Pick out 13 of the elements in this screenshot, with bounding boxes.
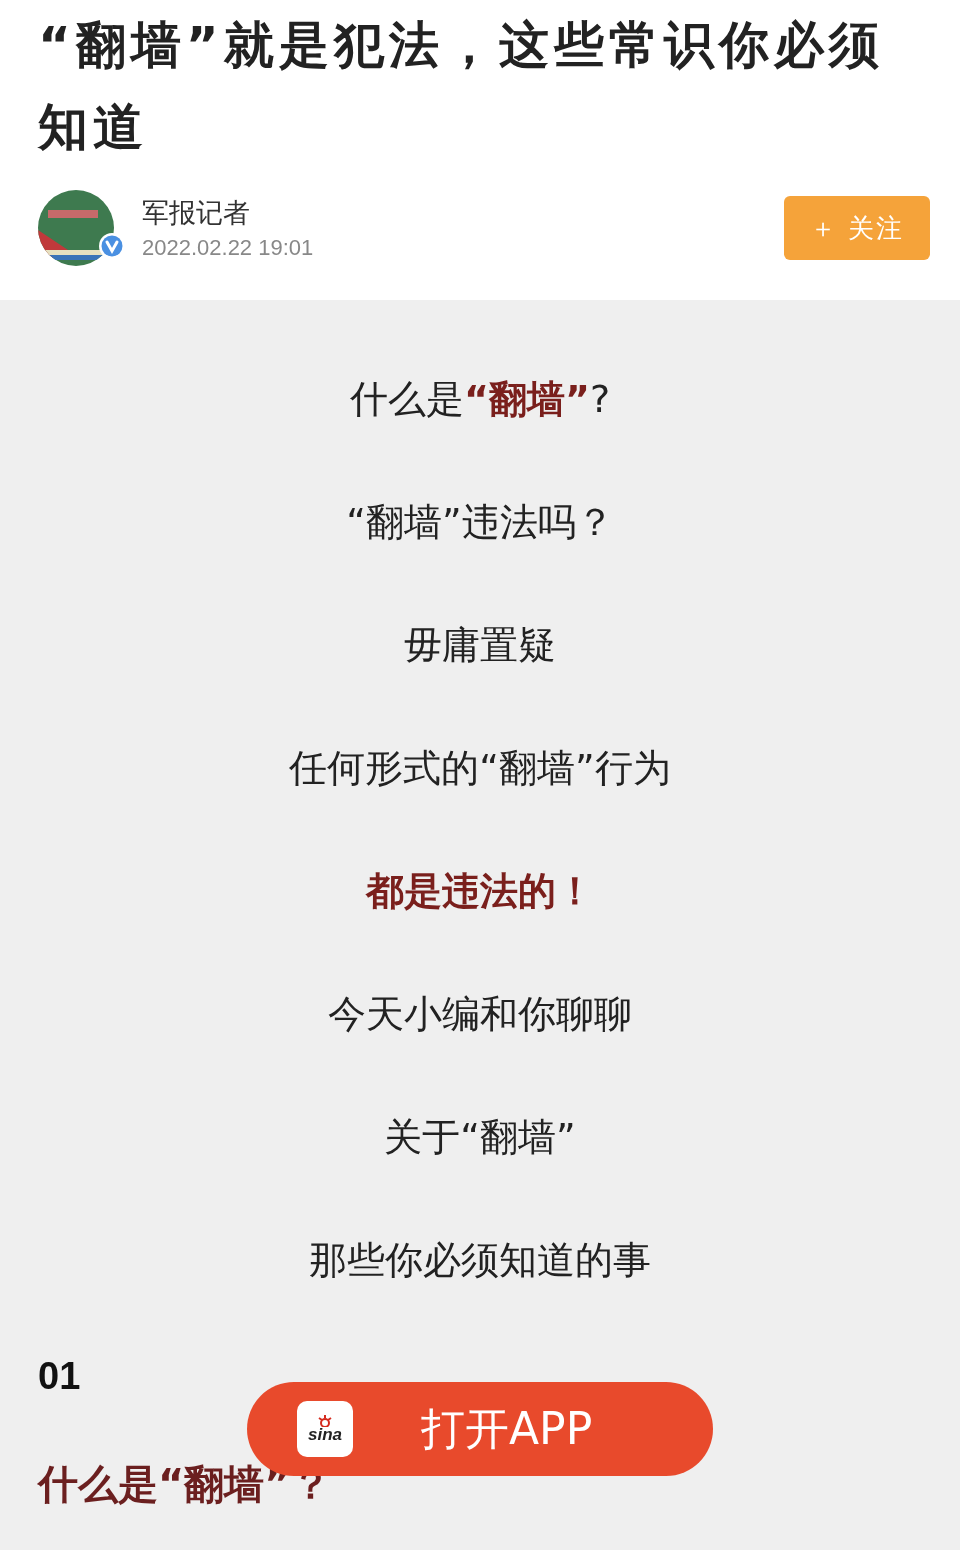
text-line: 任何形式的“翻墙”行为 — [289, 745, 671, 792]
text-line: “翻墙”违法吗？ — [346, 499, 614, 546]
emphasis-line: 都是违法的！ — [366, 868, 594, 915]
article-title: “翻墙”就是犯法，这些常识你必须知道 — [38, 15, 885, 158]
text-line: 那些你必须知道的事 — [309, 1237, 651, 1284]
text-line: 什么是“翻墙”? — [349, 376, 611, 423]
publish-time: 2022.02.22 19:01 — [142, 235, 315, 261]
text-line: 毋庸置疑 — [404, 622, 556, 669]
text-line: 今天小编和你聊聊 — [328, 991, 632, 1038]
text-line: 关于“翻墙” — [384, 1114, 576, 1161]
section-number: 01 — [38, 1355, 81, 1398]
app-logo: sina — [297, 1401, 353, 1457]
author-name[interactable]: 军报记者 — [142, 195, 784, 231]
